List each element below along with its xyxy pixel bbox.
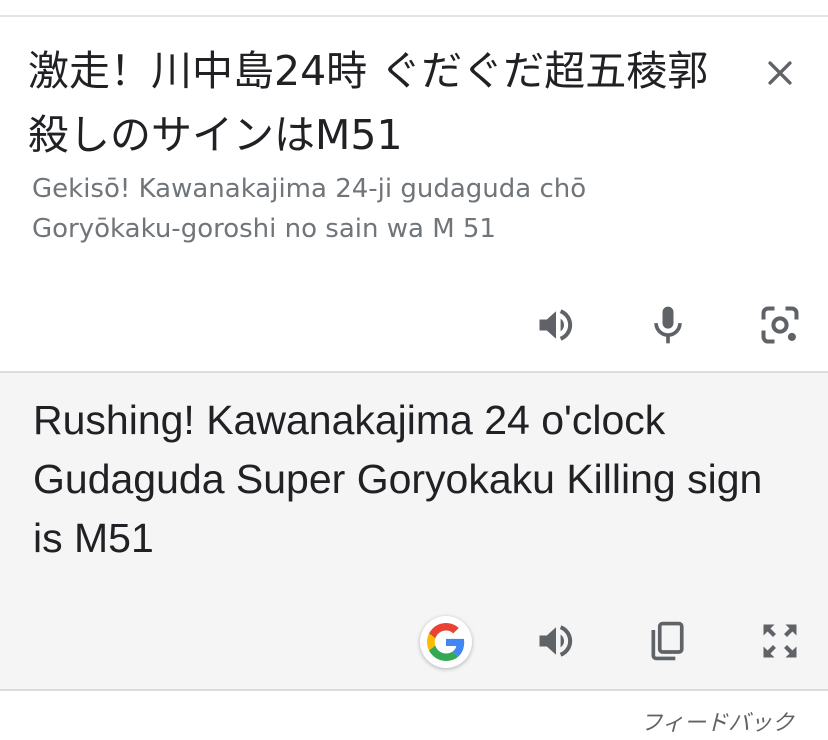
google-translate-button[interactable] — [420, 616, 472, 668]
listen-source-button[interactable] — [528, 297, 584, 353]
source-text[interactable]: 激走！川中島24時 ぐだぐだ超五稜郭 殺しのサインはM51 — [28, 39, 728, 167]
translation-panel: Rushing! Kawanakajima 24 o'clock Gudagud… — [0, 373, 828, 689]
feedback-link[interactable]: フィードバック — [640, 705, 794, 737]
close-button[interactable] — [752, 45, 808, 101]
close-icon — [768, 61, 792, 85]
source-toolbar — [0, 297, 828, 357]
microphone-icon — [654, 306, 682, 344]
romanization-text: Gekisō! Kawanakajima 24-ji gudaguda chō … — [32, 174, 587, 244]
bottom-divider — [0, 689, 828, 691]
translation-toolbar — [0, 613, 828, 673]
copy-icon — [651, 621, 684, 661]
voice-input-button[interactable] — [640, 297, 696, 353]
fullscreen-icon — [763, 624, 797, 658]
translation-text[interactable]: Rushing! Kawanakajima 24 o'clock Gudagud… — [33, 391, 803, 568]
fullscreen-button[interactable] — [752, 613, 808, 669]
camera-translate-button[interactable] — [752, 297, 808, 353]
source-panel: 激走！川中島24時 ぐだぐだ超五稜郭 殺しのサインはM51 Gekisō! Ka… — [0, 17, 828, 371]
speaker-icon — [539, 625, 573, 657]
google-logo-icon — [427, 623, 465, 661]
listen-translation-button[interactable] — [528, 613, 584, 669]
copy-translation-button[interactable] — [640, 613, 696, 669]
speaker-icon — [539, 309, 573, 341]
camera-lens-icon — [761, 306, 799, 344]
